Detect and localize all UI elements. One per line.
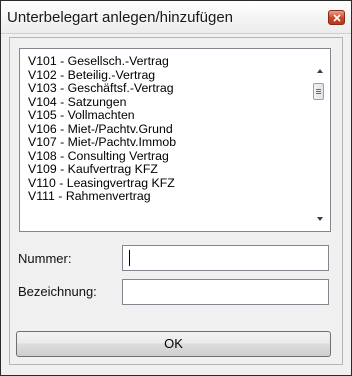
list-item[interactable]: V101 - Gesellsch.-Vertrag xyxy=(20,54,306,69)
dialog-window: Unterbelegart anlegen/hinzufügen V101 - … xyxy=(0,0,352,376)
list-item[interactable]: V110 - Leasingvertrag KFZ xyxy=(20,176,306,191)
window-title: Unterbelegart anlegen/hinzufügen xyxy=(7,9,234,26)
list-item[interactable]: V103 - Geschäftsf.-Vertrag xyxy=(20,81,306,96)
nummer-input[interactable] xyxy=(122,245,329,271)
ok-button[interactable]: OK xyxy=(16,331,331,357)
document-type-listbox[interactable]: V101 - Gesellsch.-Vertrag V102 - Beteilig… xyxy=(19,48,331,232)
close-button[interactable] xyxy=(328,10,345,25)
scrollbar-thumb[interactable] xyxy=(313,83,324,100)
scroll-up-icon[interactable] xyxy=(315,67,325,75)
list-item[interactable]: V107 - Miet-/Pachtv.Immob xyxy=(20,135,306,150)
bezeichnung-input[interactable] xyxy=(122,279,329,305)
list-item[interactable]: V108 - Consulting Vertrag xyxy=(20,149,306,164)
nummer-label: Nummer: xyxy=(18,251,72,266)
dialog-body: V101 - Gesellsch.-Vertrag V102 - Beteilig… xyxy=(9,37,343,365)
list-item[interactable]: V111 - Rahmenvertrag xyxy=(20,189,306,204)
vertical-scrollbar[interactable] xyxy=(313,65,325,225)
bezeichnung-label: Bezeichnung: xyxy=(18,284,97,299)
title-bar[interactable]: Unterbelegart anlegen/hinzufügen xyxy=(1,1,351,34)
close-icon xyxy=(333,14,341,22)
list-item[interactable]: V109 - Kaufvertrag KFZ xyxy=(20,162,306,177)
list-item[interactable]: V104 - Satzungen xyxy=(20,95,306,110)
scroll-down-icon[interactable] xyxy=(315,215,325,223)
list-item[interactable]: V105 - Vollmachten xyxy=(20,108,306,123)
list-item[interactable]: V102 - Beteilig.-Vertrag xyxy=(20,68,306,83)
text-caret xyxy=(129,250,130,266)
list-item[interactable]: V106 - Miet-/Pachtv.Grund xyxy=(20,122,306,137)
listbox-items: V101 - Gesellsch.-Vertrag V102 - Beteilig… xyxy=(20,49,306,231)
